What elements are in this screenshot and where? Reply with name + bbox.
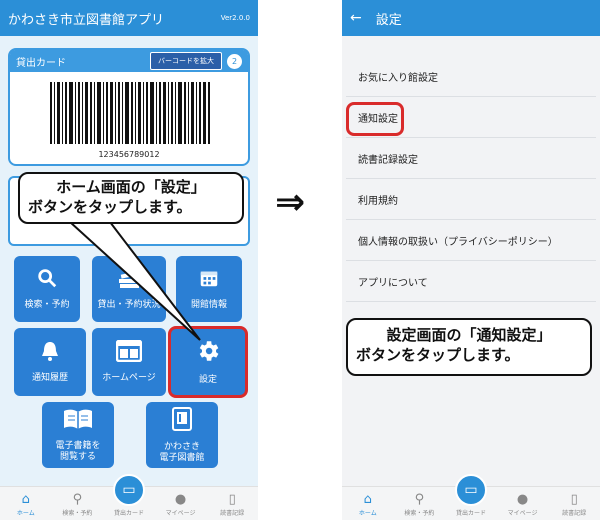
settings-title: 設定 (375, 12, 402, 28)
search-icon: ⚲ (414, 492, 425, 507)
settings-item-terms[interactable]: 利用規約 (346, 179, 596, 220)
notification-setting-highlight (346, 102, 404, 136)
settings-screen: ← 設定 お気に入り館設定 通知設定 読書記録設定 利用規約 個人情報の取扱い（… (342, 0, 600, 520)
person-icon: ● (516, 492, 529, 507)
settings-item-about[interactable]: アプリについて (346, 261, 596, 302)
nav-label: 貸出カード (455, 510, 486, 517)
right-instruction-callout: 設定画面の「通知設定」 ボタンをタップします。 (346, 318, 592, 376)
card-fab-button[interactable]: ▭ (455, 474, 487, 506)
left-instruction-callout: ホーム画面の「設定」 ボタンをタップします。 (18, 172, 244, 224)
nav-label: マイページ (507, 510, 538, 517)
back-arrow-icon[interactable]: ← (350, 10, 362, 26)
callout-line: ボタンをタップします。 (356, 346, 520, 365)
book-record-icon: ▯ (570, 492, 578, 507)
nav-home[interactable]: ⌂ ホーム (342, 487, 394, 520)
home-icon: ⌂ (363, 492, 372, 507)
settings-item-favorite-library[interactable]: お気に入り館設定 (346, 56, 596, 97)
callout-line: ホーム画面の「設定」 (56, 178, 206, 196)
callout-line: ボタンをタップします。 (28, 198, 192, 217)
settings-item-privacy[interactable]: 個人情報の取扱い（プライバシーポリシー） (346, 220, 596, 261)
nav-label: ホーム (358, 510, 377, 517)
nav-reading-record[interactable]: ▯ 読書記録 (548, 487, 600, 520)
nav-search[interactable]: ⚲ 検索・予約 (394, 487, 446, 520)
nav-mypage[interactable]: ● マイページ (497, 487, 549, 520)
settings-app-bar: ← 設定 (342, 0, 600, 36)
settings-list: お気に入り館設定 通知設定 読書記録設定 利用規約 個人情報の取扱い（プライバシ… (342, 36, 600, 302)
callout-line: 設定画面の「通知設定」 (386, 326, 552, 344)
settings-item-reading-record[interactable]: 読書記録設定 (346, 138, 596, 179)
nav-label: 読書記録 (562, 510, 587, 517)
nav-label: 検索・予約 (404, 510, 435, 517)
card-icon: ▭ (464, 482, 478, 498)
step-arrow: ⇒ (275, 182, 306, 223)
